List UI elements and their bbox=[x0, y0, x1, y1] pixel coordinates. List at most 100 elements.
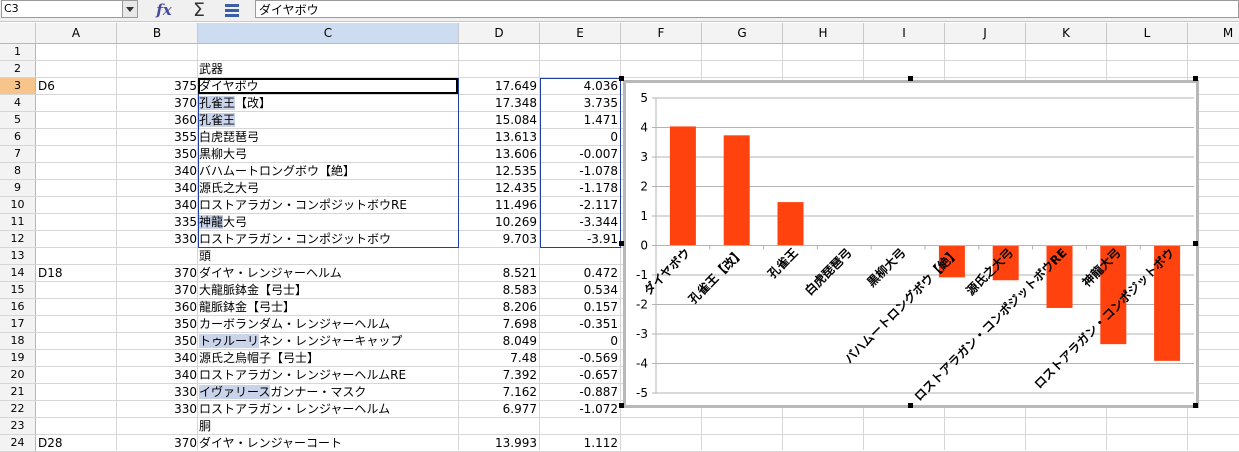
cell-e[interactable]: -1.072 bbox=[540, 401, 618, 417]
cell-a[interactable] bbox=[38, 384, 116, 400]
cell-b[interactable] bbox=[117, 44, 197, 60]
cell-d[interactable]: 8.206 bbox=[459, 299, 537, 315]
cell-e[interactable]: 0 bbox=[540, 333, 618, 349]
chart-resize-handle[interactable] bbox=[619, 76, 624, 81]
cell-d[interactable]: 6.977 bbox=[459, 401, 537, 417]
cell-d[interactable]: 7.162 bbox=[459, 384, 537, 400]
cell-a[interactable] bbox=[38, 299, 116, 315]
formula-icon[interactable] bbox=[221, 0, 243, 20]
cell-d[interactable]: 11.496 bbox=[459, 197, 537, 213]
chart-resize-handle[interactable] bbox=[619, 241, 624, 246]
row-header[interactable]: 23 bbox=[0, 418, 36, 434]
cell-a[interactable] bbox=[38, 282, 116, 298]
cell-e[interactable]: -0.887 bbox=[540, 384, 618, 400]
row-header[interactable]: 21 bbox=[0, 384, 36, 400]
row-header[interactable]: 19 bbox=[0, 350, 36, 366]
cell-c[interactable]: カーボランダム・レンジャーヘルム bbox=[199, 316, 457, 332]
column-header-j[interactable]: J bbox=[945, 23, 1026, 43]
cell-c[interactable]: 源氏之烏帽子【弓士】 bbox=[199, 350, 457, 366]
cell-b[interactable]: 340 bbox=[117, 180, 197, 196]
cell-a[interactable]: D6 bbox=[38, 78, 116, 94]
cell-a[interactable] bbox=[38, 112, 116, 128]
column-header-g[interactable]: G bbox=[702, 23, 783, 43]
cell-b[interactable]: 370 bbox=[117, 435, 197, 451]
cell-b[interactable]: 330 bbox=[117, 231, 197, 247]
row-header[interactable]: 16 bbox=[0, 299, 36, 315]
cell-a[interactable] bbox=[38, 129, 116, 145]
cell-b[interactable]: 340 bbox=[117, 367, 197, 383]
cell-b[interactable]: 360 bbox=[117, 112, 197, 128]
cell-b[interactable] bbox=[117, 248, 197, 264]
row-header[interactable]: 13 bbox=[0, 248, 36, 264]
cell-d[interactable] bbox=[459, 61, 537, 77]
cell-c[interactable]: トゥルーリネン・レンジャーキャップ bbox=[199, 333, 457, 349]
cell-e[interactable] bbox=[540, 248, 618, 264]
cell-c[interactable]: 武器 bbox=[199, 61, 457, 77]
row-header[interactable]: 10 bbox=[0, 197, 36, 213]
cell-b[interactable] bbox=[117, 61, 197, 77]
row-header[interactable]: 8 bbox=[0, 163, 36, 179]
cell-a[interactable] bbox=[38, 316, 116, 332]
cell-d[interactable] bbox=[459, 44, 537, 60]
column-header-l[interactable]: L bbox=[1107, 23, 1188, 43]
cell-d[interactable]: 10.269 bbox=[459, 214, 537, 230]
cell-c[interactable]: 大龍脈鉢金【弓士】 bbox=[199, 282, 457, 298]
cell-d[interactable] bbox=[459, 248, 537, 264]
table-row[interactable]: 23 胴 bbox=[0, 418, 1239, 435]
cell-a[interactable] bbox=[38, 367, 116, 383]
cell-b[interactable]: 330 bbox=[117, 384, 197, 400]
row-header[interactable]: 3 bbox=[0, 78, 36, 94]
column-header-a[interactable]: A bbox=[36, 23, 117, 43]
cell-e[interactable]: -0.569 bbox=[540, 350, 618, 366]
name-box[interactable]: C3 bbox=[1, 0, 138, 18]
row-header[interactable]: 5 bbox=[0, 112, 36, 128]
row-header[interactable]: 20 bbox=[0, 367, 36, 383]
cell-b[interactable]: 340 bbox=[117, 350, 197, 366]
row-header[interactable]: 15 bbox=[0, 282, 36, 298]
cell-d[interactable] bbox=[459, 418, 537, 434]
cell-e[interactable]: -0.351 bbox=[540, 316, 618, 332]
cell-a[interactable] bbox=[38, 163, 116, 179]
cell-b[interactable]: 370 bbox=[117, 265, 197, 281]
cell-a[interactable] bbox=[38, 61, 116, 77]
cell-b[interactable]: 340 bbox=[117, 163, 197, 179]
column-header-f[interactable]: F bbox=[621, 23, 702, 43]
cell-b[interactable] bbox=[117, 418, 197, 434]
row-header[interactable]: 17 bbox=[0, 316, 36, 332]
row-header[interactable]: 4 bbox=[0, 95, 36, 111]
cell-b[interactable]: 360 bbox=[117, 299, 197, 315]
function-wizard-icon[interactable]: fx bbox=[153, 0, 175, 20]
row-header[interactable]: 2 bbox=[0, 61, 36, 77]
cell-a[interactable]: D28 bbox=[38, 435, 116, 451]
cell-e[interactable] bbox=[540, 44, 618, 60]
cell-d[interactable]: 7.698 bbox=[459, 316, 537, 332]
cell-d[interactable]: 17.649 bbox=[459, 78, 537, 94]
cell-a[interactable] bbox=[38, 180, 116, 196]
cell-b[interactable]: 335 bbox=[117, 214, 197, 230]
table-row[interactable]: 24 D28 370 ダイヤ・レンジャーコート 13.993 1.112 bbox=[0, 435, 1239, 452]
cell-b[interactable]: 350 bbox=[117, 316, 197, 332]
chart-resize-handle[interactable] bbox=[1193, 403, 1198, 408]
cell-d[interactable]: 12.435 bbox=[459, 180, 537, 196]
cell-d[interactable]: 8.049 bbox=[459, 333, 537, 349]
cell-a[interactable] bbox=[38, 231, 116, 247]
row-header[interactable]: 24 bbox=[0, 435, 36, 451]
row-header[interactable]: 11 bbox=[0, 214, 36, 230]
cell-a[interactable] bbox=[38, 350, 116, 366]
cell-b[interactable]: 340 bbox=[117, 197, 197, 213]
cell-d[interactable]: 8.521 bbox=[459, 265, 537, 281]
chart-resize-handle[interactable] bbox=[1193, 241, 1198, 246]
cell-a[interactable] bbox=[38, 248, 116, 264]
cell-e[interactable]: 0.534 bbox=[540, 282, 618, 298]
cell-d[interactable]: 7.392 bbox=[459, 367, 537, 383]
formula-input[interactable]: ダイヤボウ bbox=[255, 0, 1239, 18]
cell-d[interactable]: 15.084 bbox=[459, 112, 537, 128]
column-header-k[interactable]: K bbox=[1026, 23, 1107, 43]
cell-a[interactable] bbox=[38, 401, 116, 417]
cell-d[interactable]: 7.48 bbox=[459, 350, 537, 366]
cell-c[interactable]: ロストアラガン・レンジャーヘルムRE bbox=[199, 367, 457, 383]
chart-resize-handle[interactable] bbox=[1193, 76, 1198, 81]
column-header-c[interactable]: C bbox=[198, 23, 459, 43]
column-header-b[interactable]: B bbox=[117, 23, 198, 43]
select-all-corner[interactable] bbox=[0, 23, 36, 43]
